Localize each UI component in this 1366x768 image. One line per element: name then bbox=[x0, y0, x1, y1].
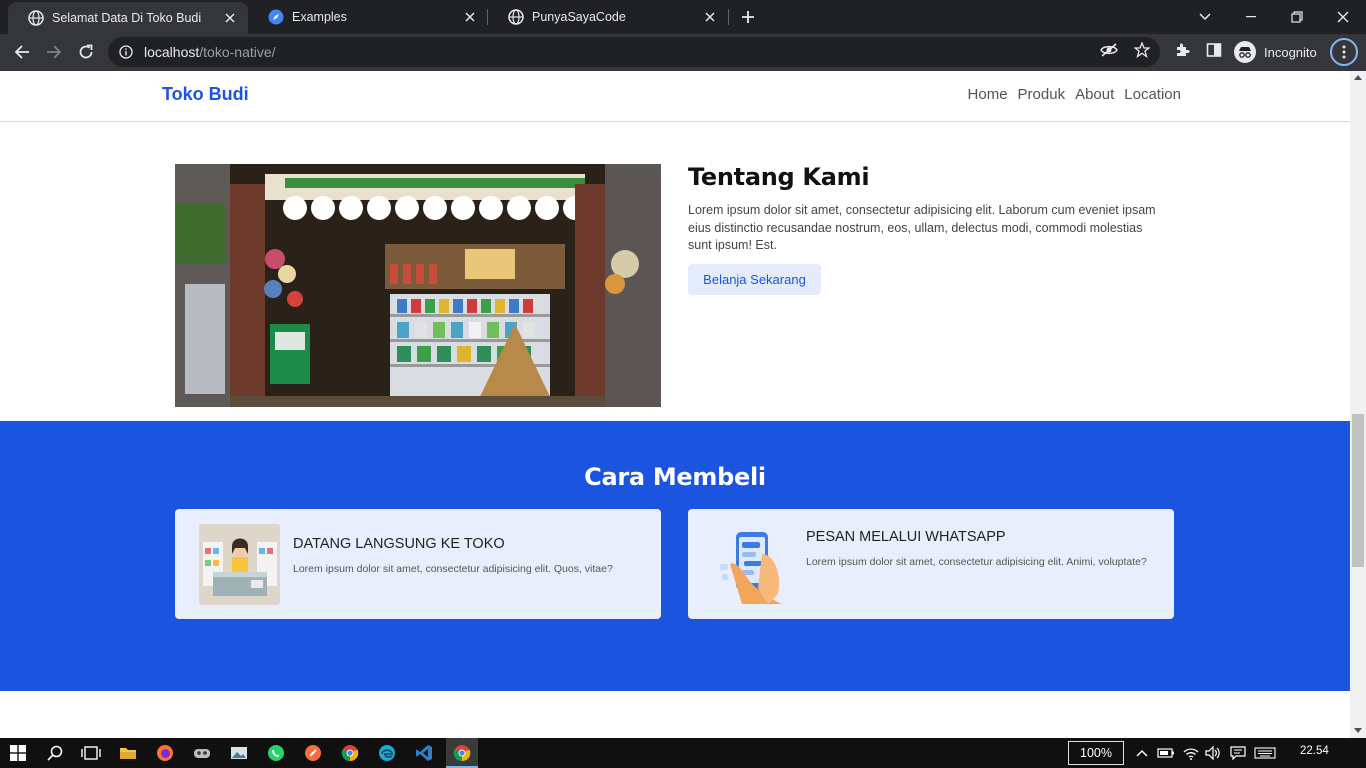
phone-chat-illustration bbox=[712, 524, 793, 605]
search-icon[interactable] bbox=[44, 742, 66, 764]
tab-title: Selamat Data Di Toko Budi bbox=[52, 11, 202, 25]
about-description: Lorem ipsum dolor sit amet, consectetur … bbox=[688, 203, 1156, 252]
card-visit-store: DATANG LANGSUNG KE TOKO Lorem ipsum dolo… bbox=[175, 509, 661, 619]
close-tab-icon[interactable] bbox=[700, 7, 720, 27]
tracking-blocked-icon[interactable] bbox=[1100, 41, 1118, 59]
firefox-icon[interactable] bbox=[154, 742, 176, 764]
forward-button[interactable] bbox=[40, 38, 68, 66]
close-tab-icon[interactable] bbox=[460, 7, 480, 27]
wifi-icon[interactable] bbox=[1180, 742, 1202, 764]
browser-toolbar: localhost/toko-native/ Incognito bbox=[0, 34, 1366, 71]
nav-link-home[interactable]: Home bbox=[968, 86, 1008, 103]
minimize-button[interactable] bbox=[1228, 0, 1274, 34]
card-whatsapp-order: PESAN MELALUI WHATSAPP Lorem ipsum dolor… bbox=[688, 509, 1174, 619]
scrollbar-thumb[interactable] bbox=[1352, 414, 1364, 567]
tab-separator bbox=[728, 9, 729, 25]
tab-punyasayacode[interactable]: PunyaSayaCode bbox=[488, 0, 728, 34]
chevron-up-icon[interactable] bbox=[1131, 742, 1153, 764]
notification-icon[interactable] bbox=[1227, 742, 1249, 764]
how-to-buy-section: Cara Membeli DATANG LANGSUNG KE TOKO Lor… bbox=[0, 421, 1350, 691]
zoom-level-display[interactable]: 100% bbox=[1068, 741, 1124, 765]
nav-link-about[interactable]: About bbox=[1075, 86, 1114, 103]
tab-title: PunyaSayaCode bbox=[532, 10, 626, 24]
windows-taskbar: 100% 22.54 bbox=[0, 738, 1366, 768]
browser-menu-button[interactable] bbox=[1330, 38, 1358, 66]
address-bar[interactable]: localhost/toko-native/ bbox=[108, 37, 1160, 67]
restore-button[interactable] bbox=[1274, 0, 1320, 34]
url-text: localhost/toko-native/ bbox=[144, 44, 276, 60]
url-path: /toko-native/ bbox=[199, 44, 276, 60]
battery-icon[interactable] bbox=[1155, 742, 1177, 764]
page-scrollbar[interactable] bbox=[1350, 71, 1366, 738]
incognito-indicator[interactable]: Incognito bbox=[1234, 38, 1317, 66]
incognito-icon bbox=[1234, 41, 1256, 63]
file-explorer-icon[interactable] bbox=[117, 742, 139, 764]
globe-icon bbox=[508, 9, 524, 25]
card-title: DATANG LANGSUNG KE TOKO bbox=[293, 536, 505, 552]
close-tab-icon[interactable] bbox=[220, 8, 240, 28]
volume-icon[interactable] bbox=[1202, 742, 1224, 764]
store-clerk-illustration bbox=[199, 524, 280, 605]
reload-button[interactable] bbox=[72, 38, 100, 66]
back-button[interactable] bbox=[8, 38, 36, 66]
nav-link-produk[interactable]: Produk bbox=[1018, 86, 1066, 103]
tab-examples[interactable]: Examples bbox=[248, 0, 488, 34]
windows-start-icon[interactable] bbox=[7, 742, 29, 764]
info-icon[interactable] bbox=[118, 44, 134, 60]
keyboard-icon[interactable] bbox=[1254, 742, 1276, 764]
edge-icon[interactable] bbox=[376, 742, 398, 764]
shop-front-image bbox=[175, 164, 661, 407]
card-text: Lorem ipsum dolor sit amet, consectetur … bbox=[806, 556, 1147, 568]
shop-now-button[interactable]: Belanja Sekarang bbox=[688, 264, 821, 295]
about-title: Tentang Kami bbox=[688, 163, 870, 191]
scroll-up-arrow[interactable] bbox=[1354, 75, 1362, 80]
bookmark-star-icon[interactable] bbox=[1133, 41, 1151, 59]
browser-tab-strip: Selamat Data Di Toko Budi Examples Punya… bbox=[0, 0, 1366, 34]
taskbar-clock[interactable]: 22.54 bbox=[1300, 745, 1329, 757]
site-navbar: Toko Budi Home Produk About Location bbox=[0, 71, 1350, 122]
close-window-button[interactable] bbox=[1320, 0, 1366, 34]
chrome-icon[interactable] bbox=[451, 742, 473, 764]
vscode-icon[interactable] bbox=[413, 742, 435, 764]
tab-title: Examples bbox=[292, 10, 347, 24]
scroll-down-arrow[interactable] bbox=[1354, 728, 1362, 733]
globe-icon bbox=[28, 10, 44, 26]
new-tab-button[interactable] bbox=[737, 6, 759, 28]
brand-logo-link[interactable]: Toko Budi bbox=[162, 84, 249, 105]
card-title: PESAN MELALUI WHATSAPP bbox=[806, 529, 1006, 545]
nav-links: Home Produk About Location bbox=[958, 86, 1181, 103]
side-panel-icon[interactable] bbox=[1205, 41, 1223, 59]
postman-icon[interactable] bbox=[302, 742, 324, 764]
nav-link-location[interactable]: Location bbox=[1124, 86, 1181, 103]
whatsapp-icon[interactable] bbox=[265, 742, 287, 764]
task-view-icon[interactable] bbox=[80, 742, 102, 764]
how-to-buy-title: Cara Membeli bbox=[584, 463, 766, 491]
card-text: Lorem ipsum dolor sit amet, consectetur … bbox=[293, 563, 613, 575]
page-viewport: Toko Budi Home Produk About Location Ten… bbox=[0, 71, 1350, 738]
url-host: localhost bbox=[144, 44, 200, 60]
game-app-icon[interactable] bbox=[191, 742, 213, 764]
tab-toko-budi[interactable]: Selamat Data Di Toko Budi bbox=[8, 2, 248, 34]
image-viewer-icon[interactable] bbox=[228, 742, 250, 764]
chrome-icon[interactable] bbox=[339, 742, 361, 764]
incognito-label: Incognito bbox=[1264, 44, 1317, 60]
extensions-icon[interactable] bbox=[1173, 41, 1191, 59]
tab-search-button[interactable] bbox=[1182, 0, 1228, 34]
compass-icon bbox=[268, 9, 284, 25]
